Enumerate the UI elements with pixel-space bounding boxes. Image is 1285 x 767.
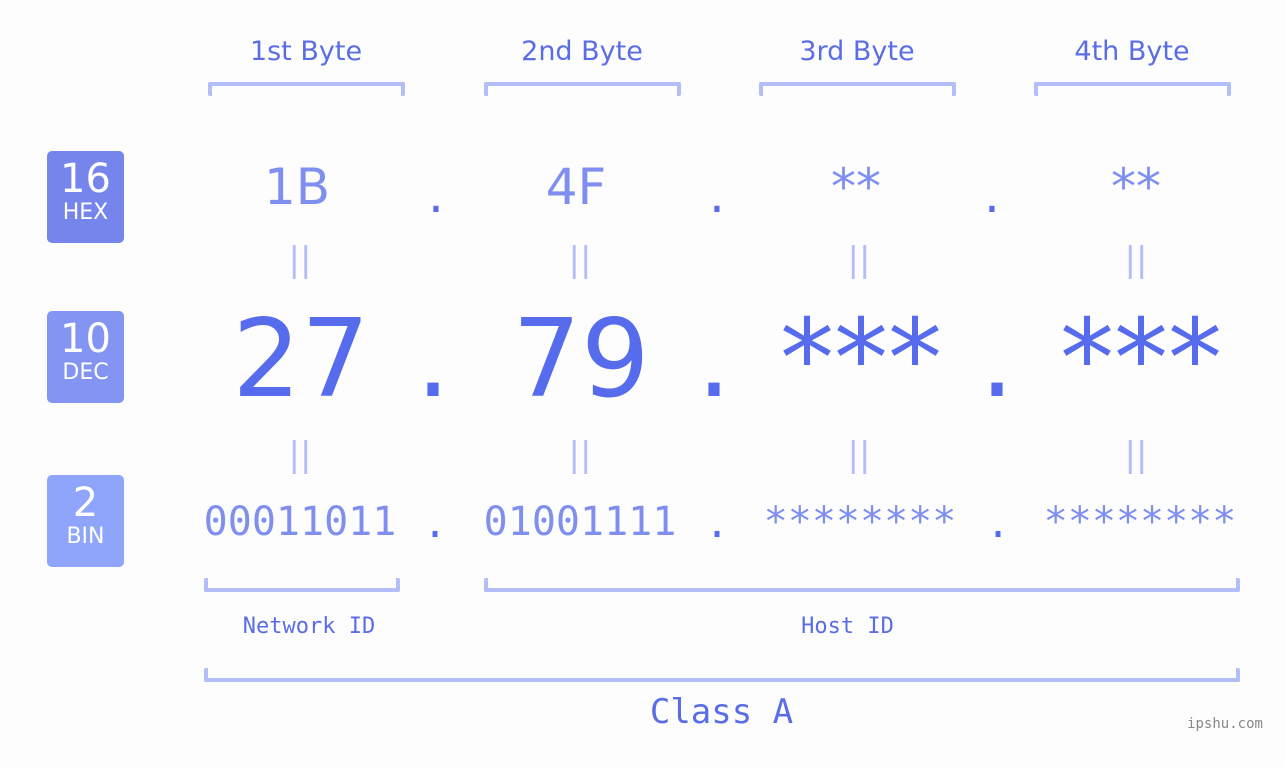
hex-separator-1: . [428, 166, 444, 224]
dec-badge: 10 DEC [47, 311, 124, 403]
bin-badge-label: BIN [66, 524, 105, 549]
equals-sign: || [847, 435, 871, 475]
byte-bracket-1 [208, 82, 405, 96]
hex-value-3: ** [831, 158, 881, 216]
hex-value-4: ** [1111, 158, 1161, 216]
bin-separator-1: . [422, 501, 448, 547]
hex-separator-3: . [984, 166, 1000, 224]
bin-badge-base: 2 [72, 480, 99, 526]
network-id-bracket [204, 578, 400, 592]
class-label: Class A [649, 692, 794, 732]
byte-title-3: 3rd Byte [799, 36, 915, 67]
watermark: ipshu.com [1187, 716, 1263, 732]
byte-bracket-4 [1034, 82, 1231, 96]
equals-sign: || [1124, 435, 1148, 475]
hex-separator-2: . [709, 166, 725, 224]
equals-sign: || [288, 240, 312, 280]
dec-badge-label: DEC [62, 360, 109, 385]
hex-value-2: 4F [545, 158, 607, 216]
byte-bracket-2 [484, 82, 681, 96]
byte-title-2: 2nd Byte [521, 36, 643, 67]
equals-sign: || [847, 240, 871, 280]
bin-value-4: ******** [1043, 499, 1237, 545]
hex-badge-base: 16 [60, 156, 111, 202]
equals-sign: || [288, 435, 312, 475]
host-id-label: Host ID [801, 614, 894, 639]
byte-title-1: 1st Byte [249, 36, 363, 67]
byte-title-4: 4th Byte [1074, 36, 1190, 67]
hex-badge: 16 HEX [47, 151, 124, 243]
hex-badge-label: HEX [62, 200, 109, 225]
equals-sign: || [568, 240, 592, 280]
dec-value-2: 79 [512, 297, 650, 422]
bin-separator-3: . [985, 501, 1011, 547]
class-bracket [204, 668, 1240, 682]
network-id-label: Network ID [242, 614, 376, 639]
bin-value-3: ******** [763, 499, 957, 545]
equals-sign: || [568, 435, 592, 475]
host-id-bracket [484, 578, 1240, 592]
bin-value-1: 00011011 [203, 499, 397, 545]
dec-value-4: *** [1060, 297, 1222, 422]
dec-value-3: *** [780, 297, 942, 422]
byte-bracket-3 [759, 82, 956, 96]
bin-value-2: 01001111 [483, 499, 677, 545]
equals-sign: || [1124, 240, 1148, 280]
bin-badge: 2 BIN [47, 475, 124, 567]
hex-value-1: 1B [263, 158, 331, 216]
bin-separator-2: . [704, 501, 730, 547]
dec-value-1: 27 [232, 297, 370, 422]
dec-badge-base: 10 [60, 316, 111, 362]
